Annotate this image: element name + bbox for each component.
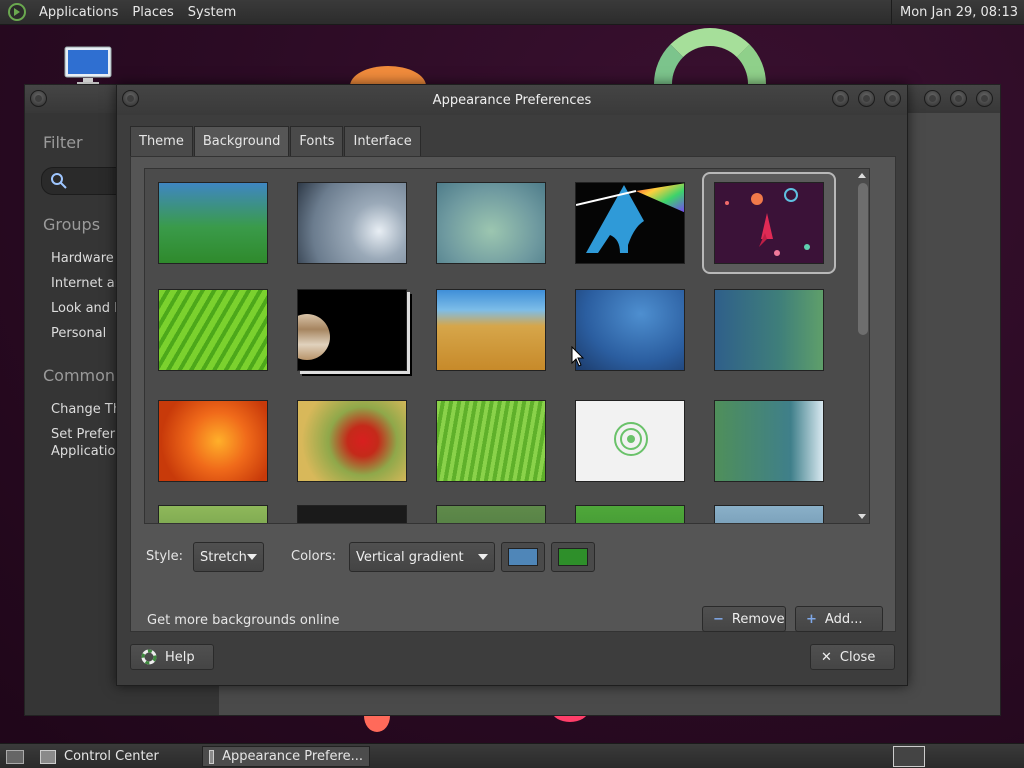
add-label: Add... bbox=[824, 611, 863, 627]
wallpaper-thumbnail[interactable] bbox=[297, 182, 407, 264]
chevron-down-icon bbox=[478, 554, 488, 560]
wallpaper-thumbnail[interactable] bbox=[297, 400, 407, 482]
colors-label: Colors: bbox=[291, 549, 337, 564]
style-dropdown[interactable]: Stretch bbox=[193, 542, 264, 572]
minimize-icon[interactable] bbox=[924, 90, 941, 107]
group-personal[interactable]: Personal bbox=[51, 326, 117, 341]
maximize-icon[interactable] bbox=[950, 90, 967, 107]
wallpaper-thumbnail[interactable] bbox=[158, 182, 268, 264]
taskbar-appearance-label: Appearance Prefere... bbox=[222, 749, 363, 764]
primary-color-swatch bbox=[508, 548, 538, 566]
plus-icon: + bbox=[806, 611, 817, 627]
scroll-down-icon[interactable] bbox=[858, 514, 866, 519]
scroll-up-icon[interactable] bbox=[858, 173, 866, 178]
groups-heading: Groups bbox=[43, 215, 101, 234]
wallpaper-thumbnail[interactable] bbox=[158, 505, 268, 523]
wallpaper-gallery bbox=[144, 168, 870, 524]
minimize-icon[interactable] bbox=[832, 90, 849, 107]
wallpaper-thumbnail[interactable] bbox=[158, 289, 268, 371]
applications-menu[interactable]: Applications bbox=[32, 5, 125, 20]
get-more-backgrounds-link[interactable]: Get more backgrounds online bbox=[147, 613, 340, 628]
maximize-icon[interactable] bbox=[858, 90, 875, 107]
appearance-preferences-dialog: Appearance Preferences Theme Background … bbox=[116, 84, 908, 686]
workspace-switcher[interactable] bbox=[893, 746, 925, 767]
bottom-taskbar: Control Center Appearance Prefere... bbox=[0, 743, 1024, 768]
primary-color-button[interactable] bbox=[501, 542, 545, 572]
taskbar-appearance-preferences[interactable]: Appearance Prefere... bbox=[202, 746, 370, 767]
system-menu[interactable]: System bbox=[181, 5, 243, 20]
wallpaper-thumbnail[interactable] bbox=[575, 289, 685, 371]
task-set-preferred[interactable]: Set Preferre bbox=[51, 427, 117, 442]
help-button[interactable]: Help bbox=[130, 644, 214, 670]
background-tab-panel: Style: Stretch Colors: Vertical gradient… bbox=[130, 156, 896, 632]
task-applications[interactable]: Application bbox=[51, 444, 117, 459]
scroll-thumb[interactable] bbox=[858, 183, 868, 335]
task-change-theme[interactable]: Change Th bbox=[51, 402, 117, 417]
window-menu-icon[interactable] bbox=[30, 90, 47, 107]
wallpaper-thumbnail[interactable] bbox=[436, 505, 546, 523]
tab-background[interactable]: Background bbox=[193, 126, 290, 156]
remove-label: Remove bbox=[731, 611, 785, 627]
window-menu-icon[interactable] bbox=[122, 90, 139, 107]
add-button[interactable]: + Add... bbox=[795, 606, 883, 632]
wallpaper-thumbnail[interactable] bbox=[436, 182, 546, 264]
dialog-title: Appearance Preferences bbox=[117, 85, 907, 115]
appearance-icon bbox=[209, 749, 215, 764]
top-panel: Applications Places System Mon Jan 29, 0… bbox=[0, 0, 1024, 25]
help-lifebuoy-icon bbox=[141, 649, 157, 665]
wallpaper-thumbnail[interactable] bbox=[436, 400, 546, 482]
mouse-pointer-icon bbox=[571, 346, 585, 367]
group-look-and-feel[interactable]: Look and F bbox=[51, 301, 117, 316]
wallpaper-thumbnail[interactable] bbox=[714, 400, 824, 482]
filter-heading: Filter bbox=[43, 133, 83, 152]
wallpaper-thumbnail[interactable] bbox=[575, 182, 685, 264]
close-icon[interactable] bbox=[884, 90, 901, 107]
style-value: Stretch bbox=[200, 549, 247, 565]
tab-bar: Theme Background Fonts Interface bbox=[130, 126, 422, 156]
close-button[interactable]: ✕ Close bbox=[810, 644, 895, 670]
colors-dropdown[interactable]: Vertical gradient bbox=[349, 542, 495, 572]
tab-theme[interactable]: Theme bbox=[130, 126, 193, 156]
wallpaper-thumbnail[interactable] bbox=[575, 505, 685, 523]
close-x-icon: ✕ bbox=[821, 649, 832, 665]
search-icon bbox=[51, 173, 67, 189]
gallery-scrollbar[interactable] bbox=[855, 169, 869, 523]
close-label: Close bbox=[839, 649, 876, 665]
wallpaper-thumbnail[interactable] bbox=[158, 400, 268, 482]
wallpaper-thumbnail[interactable] bbox=[714, 289, 824, 371]
wallpaper-thumbnail[interactable] bbox=[714, 505, 824, 523]
distro-logo-icon[interactable] bbox=[8, 3, 26, 21]
group-internet[interactable]: Internet an bbox=[51, 276, 117, 291]
computer-desktop-icon[interactable] bbox=[63, 46, 113, 86]
secondary-color-button[interactable] bbox=[551, 542, 595, 572]
taskbar-control-center-label: Control Center bbox=[64, 749, 159, 764]
wallpaper-thumbnail-selected[interactable] bbox=[714, 182, 824, 264]
close-icon[interactable] bbox=[976, 90, 993, 107]
help-label: Help bbox=[165, 649, 195, 665]
control-center-icon bbox=[40, 749, 56, 764]
secondary-color-swatch bbox=[558, 548, 588, 566]
tab-fonts[interactable]: Fonts bbox=[290, 126, 344, 156]
clock[interactable]: Mon Jan 29, 08:13 bbox=[891, 0, 1024, 25]
tab-interface[interactable]: Interface bbox=[344, 126, 421, 156]
wallpaper-thumbnail[interactable] bbox=[297, 289, 407, 371]
wallpaper-thumbnail[interactable] bbox=[297, 505, 407, 523]
remove-button[interactable]: − Remove bbox=[702, 606, 786, 632]
taskbar-control-center[interactable]: Control Center bbox=[34, 746, 200, 767]
common-tasks-heading: Common T bbox=[43, 366, 117, 385]
show-desktop-icon[interactable] bbox=[2, 746, 28, 767]
minus-icon: − bbox=[713, 611, 724, 627]
wallpaper-thumbnail[interactable] bbox=[575, 400, 685, 482]
colors-value: Vertical gradient bbox=[356, 549, 464, 565]
group-hardware[interactable]: Hardware bbox=[51, 251, 117, 266]
style-label: Style: bbox=[146, 549, 184, 564]
places-menu[interactable]: Places bbox=[125, 5, 180, 20]
wallpaper-thumbnail[interactable] bbox=[436, 289, 546, 371]
chevron-down-icon bbox=[247, 554, 257, 560]
